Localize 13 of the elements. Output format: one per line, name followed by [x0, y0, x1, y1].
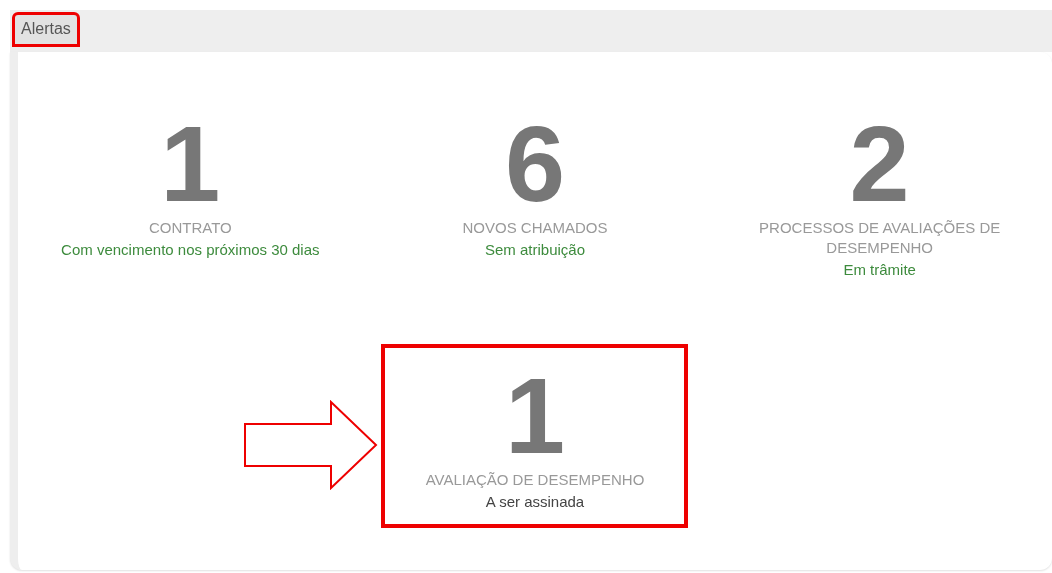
alert-subtitle: Com vencimento nos próximos 30 dias — [60, 240, 321, 260]
alert-count: 6 — [504, 114, 565, 214]
alert-title: NOVOS CHAMADOS — [461, 218, 609, 238]
alerts-tab[interactable]: Alertas — [12, 12, 80, 47]
alert-subtitle: Em trâmite — [842, 260, 917, 280]
alert-title: PROCESSOS DE AVALIAÇÕES DE DESEMPENHO — [758, 218, 1002, 258]
alert-count: 1 — [504, 366, 565, 466]
alert-count: 2 — [849, 114, 910, 214]
alert-count: 1 — [160, 114, 221, 214]
alert-title: AVALIAÇÃO DE DESEMPENHO — [424, 470, 646, 490]
alert-subtitle: A ser assinada — [484, 492, 586, 512]
alert-subtitle: Sem atribuição — [483, 240, 586, 260]
alert-title: CONTRATO — [147, 218, 233, 238]
